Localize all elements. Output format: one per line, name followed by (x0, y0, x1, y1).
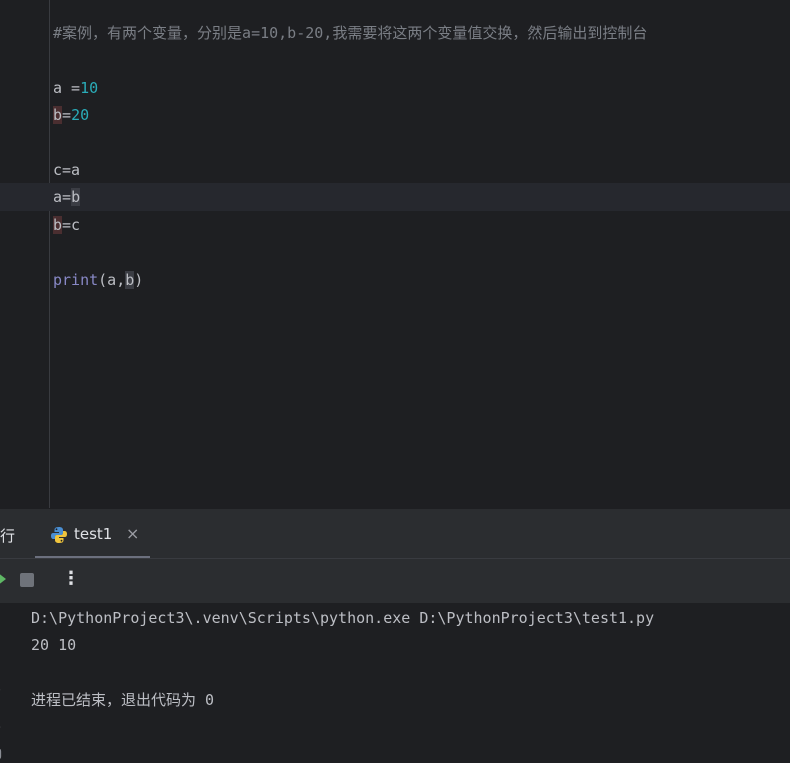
code-number: 20 (71, 106, 90, 124)
code-editor[interactable]: #案例，有两个变量，分别是a=10,b-20,我需要将这两个变量值交换，然后输出… (0, 0, 790, 508)
code-token: =c (62, 216, 81, 234)
code-token: ) (134, 271, 144, 289)
side-strip-glyph: ŋ (0, 745, 2, 760)
code-line-5[interactable]: b=c (53, 212, 80, 239)
code-token-caret: b (71, 188, 81, 206)
code-token-highlighted: b (53, 216, 63, 234)
code-token: a= (53, 188, 72, 206)
console-exit-message: 进程已结束，退出代码为 0 (31, 691, 215, 709)
code-token-highlighted: b (53, 106, 63, 124)
close-icon[interactable]: × (126, 524, 139, 543)
code-line-6[interactable]: print(a,b) (53, 267, 143, 294)
current-line-highlight (0, 183, 790, 211)
console-output-line: 20 10 (31, 636, 77, 654)
run-toolbar: ⋮ (0, 558, 790, 604)
code-line-1[interactable]: a =10 (53, 75, 98, 102)
code-line-comment[interactable]: #案例，有两个变量，分别是a=10,b-20,我需要将这两个变量值交换，然后输出… (53, 20, 647, 47)
run-panel-title: 行 (0, 527, 16, 545)
code-line-2[interactable]: b=20 (53, 102, 89, 129)
code-builtin: print (53, 271, 99, 289)
run-panel-header: 行 test1 × (0, 508, 790, 559)
python-icon (51, 527, 67, 543)
code-number: 10 (80, 79, 99, 97)
rerun-icon[interactable] (0, 572, 6, 586)
code-token: a = (53, 79, 81, 97)
code-line-3[interactable]: c=a (53, 157, 80, 184)
code-token-highlighted: b (125, 271, 135, 289)
more-options-icon[interactable]: ⋮ (62, 568, 80, 589)
side-strip-glyph: ṡ (0, 681, 1, 696)
tab-test1[interactable]: test1 × (35, 509, 150, 559)
stop-icon[interactable] (20, 573, 34, 587)
code-line-4[interactable]: a=b (53, 184, 81, 211)
code-token: = (62, 106, 72, 124)
console-output[interactable]: D:\PythonProject3\.venv\Scripts\python.e… (0, 603, 790, 763)
side-strip-glyph: ɛ (0, 717, 1, 732)
gutter-divider (49, 0, 50, 508)
console-command-line: D:\PythonProject3\.venv\Scripts\python.e… (31, 609, 655, 627)
code-token: (a, (98, 271, 126, 289)
tab-label: test1 (74, 525, 113, 543)
